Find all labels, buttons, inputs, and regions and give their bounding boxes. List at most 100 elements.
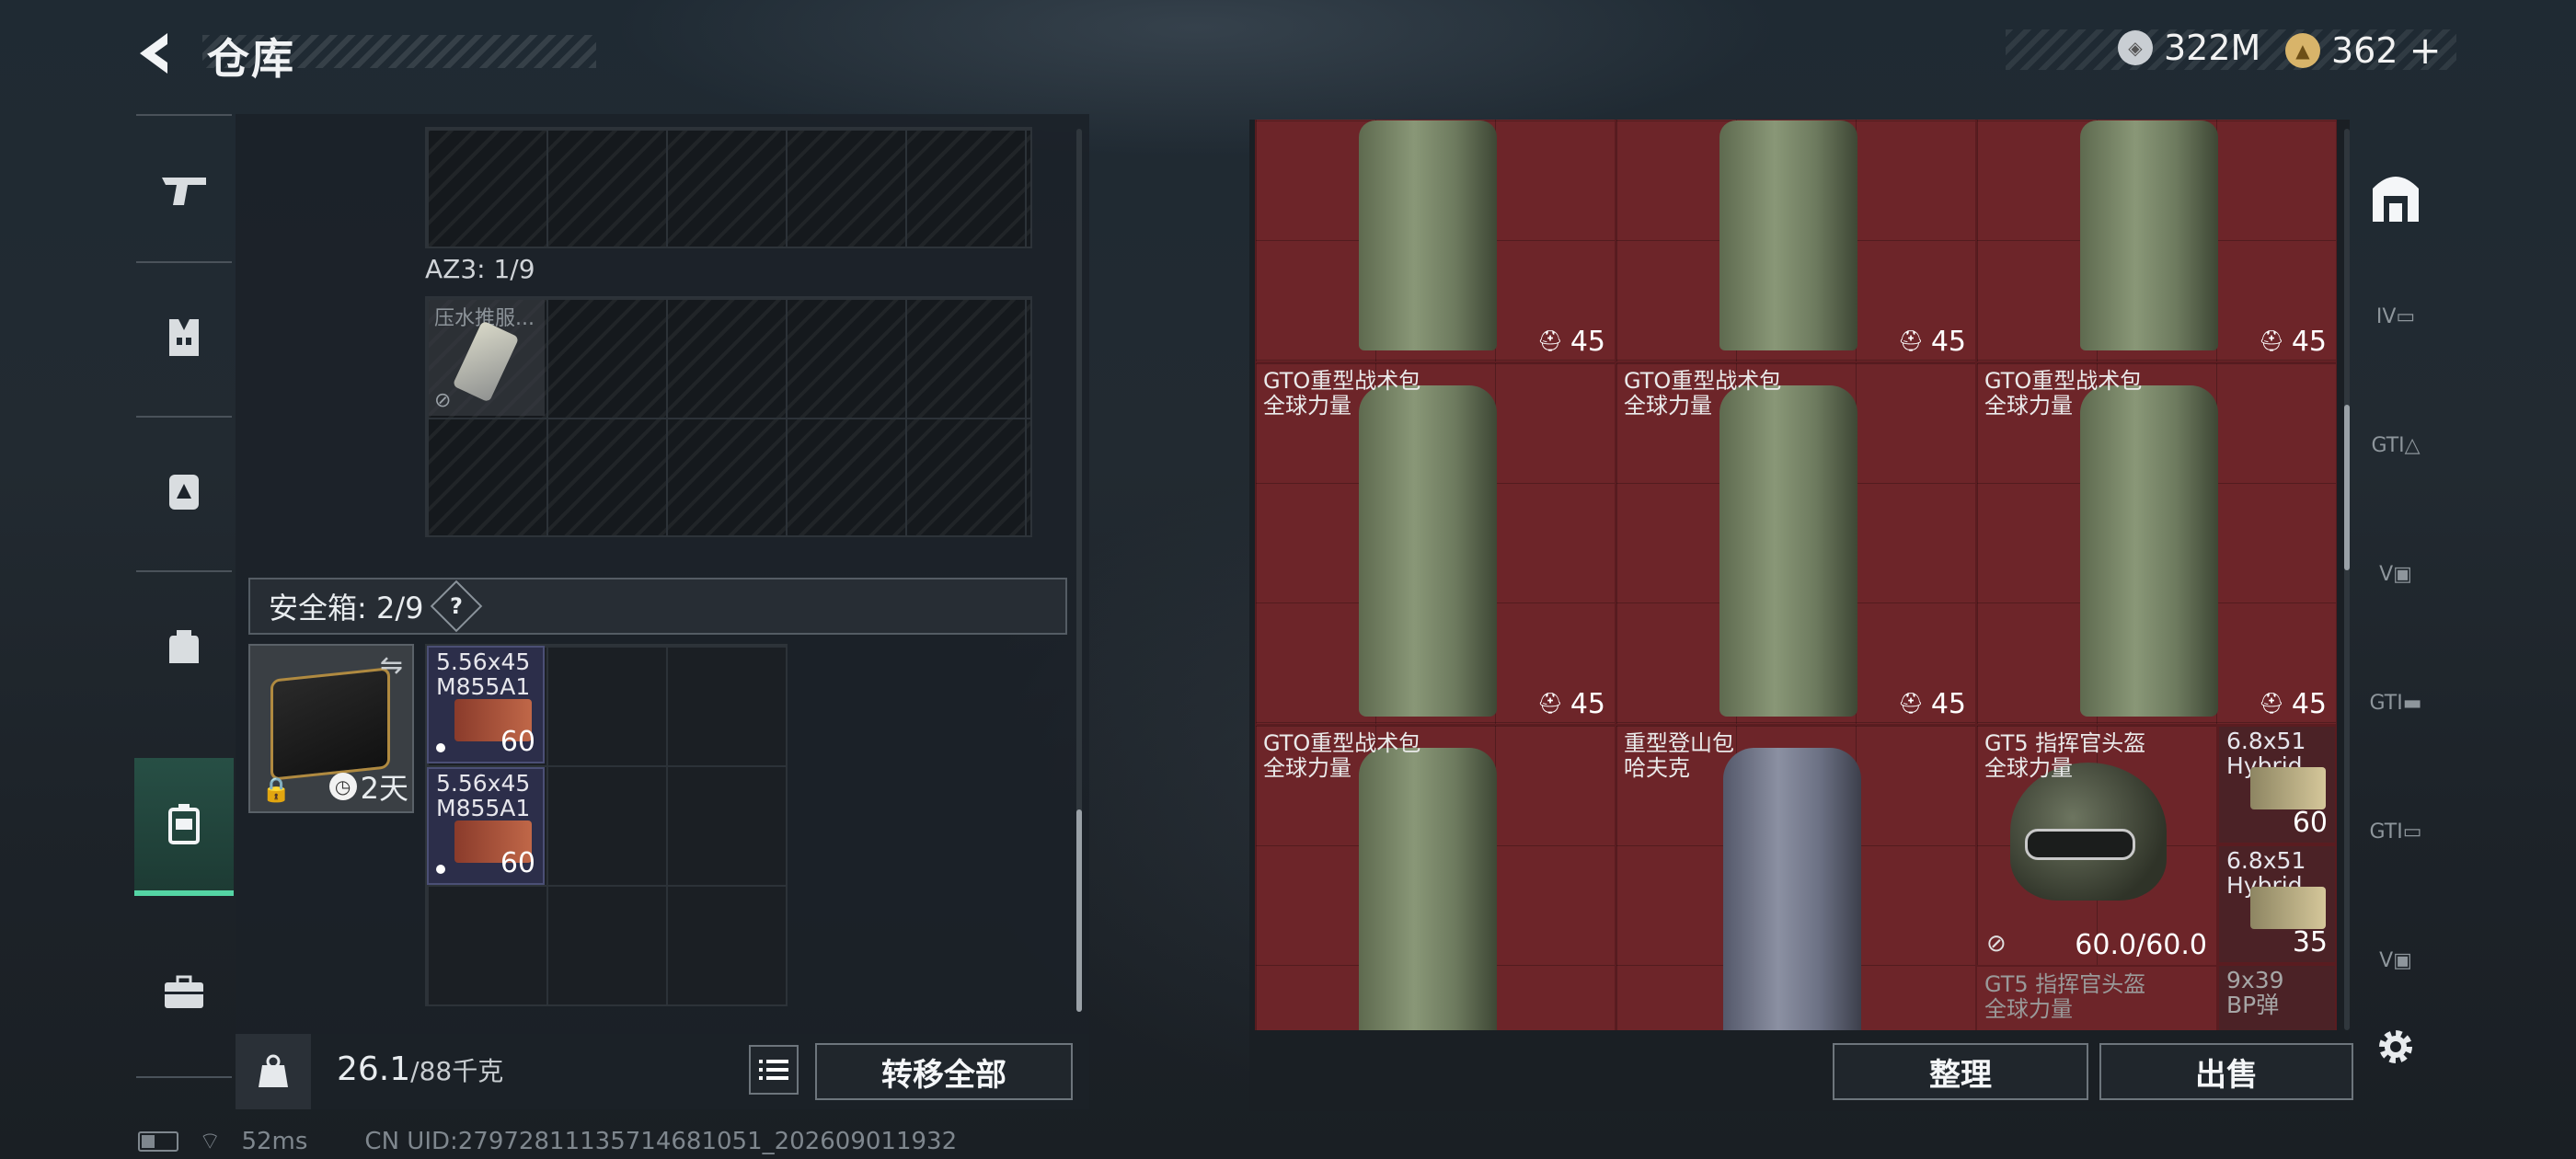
sort-button[interactable]: 整理 bbox=[1833, 1043, 2088, 1100]
ammo-dot-icon bbox=[436, 743, 445, 752]
gold-plus[interactable]: + bbox=[2409, 28, 2442, 73]
item-count: ⛑ 45 bbox=[1537, 688, 1605, 720]
item-name: GTO重型战术包 全球力量 bbox=[1984, 368, 2143, 419]
ammo-item-m855a1[interactable]: 5.56x45 M855A1 60 bbox=[427, 767, 545, 885]
safe-case-image bbox=[270, 667, 390, 781]
backpack-image bbox=[1359, 120, 1497, 350]
ammo-item-6.8x51[interactable]: 6.8x51 Hybrid 35 bbox=[2217, 844, 2337, 964]
inventory-item-gto-backpack[interactable]: GTO重型战术包 全球力量 bbox=[1255, 725, 1616, 1030]
backpack-image bbox=[1359, 748, 1497, 1030]
container-v-icon: V▣ bbox=[2379, 948, 2412, 972]
helmet-durability: 60.0/60.0 bbox=[2075, 929, 2207, 961]
ammo-name: 5.56x45 M855A1 bbox=[436, 770, 531, 821]
ammo-item-6.8x51[interactable]: 6.8x51 Hybrid 60 bbox=[2217, 725, 2337, 844]
left-scrollbar-thumb[interactable] bbox=[1076, 809, 1082, 1012]
ping-value: 52ms bbox=[241, 1127, 308, 1155]
backpack-icon bbox=[169, 630, 199, 663]
inventory-item-hiking-backpack[interactable]: 重型登山包 哈夫克 bbox=[1616, 725, 1976, 1030]
item-count-value: 45 bbox=[1570, 688, 1605, 720]
list-view-button[interactable] bbox=[749, 1045, 799, 1095]
storage-tab-v[interactable]: V▣ bbox=[2352, 510, 2440, 638]
storage-tab-v2[interactable]: V▣ bbox=[2352, 896, 2440, 1025]
item-count: ⛑ 45 bbox=[1898, 326, 1966, 358]
weight-display: 26.1/88千克 bbox=[337, 1050, 503, 1088]
compression-item-icon bbox=[452, 320, 520, 403]
page-title: 仓库 bbox=[207, 34, 295, 84]
wifi-icon: ⌔ bbox=[199, 1128, 222, 1155]
weight-capacity: /88千克 bbox=[410, 1056, 504, 1086]
storage-tab-iv[interactable]: IV▭ bbox=[2352, 252, 2440, 381]
settings-button[interactable] bbox=[2370, 1021, 2421, 1073]
ammo-count: 60 bbox=[500, 726, 535, 758]
inventory-item-gto-backpack[interactable]: ⛑ 45 bbox=[1255, 120, 1616, 362]
helmet-icon: ⛑ bbox=[1897, 330, 1924, 353]
backpack-image bbox=[1719, 120, 1857, 350]
briefcase-icon bbox=[165, 975, 203, 1008]
inventory-item-gto-backpack[interactable]: GTO重型战术包 全球力量 ⛑ 45 bbox=[1616, 362, 1976, 725]
item-count: ⛑ 45 bbox=[2259, 326, 2327, 358]
status-footer: ⌔ 52ms CN UID:27972811135714681051_20260… bbox=[138, 1126, 957, 1156]
storage-tab-gti-a[interactable]: GTI△ bbox=[2352, 381, 2440, 510]
sell-button[interactable]: 出售 bbox=[2099, 1043, 2353, 1100]
safe-box-header: 安全箱: 2/9 ? bbox=[248, 578, 1067, 635]
sidebar-item-backpack[interactable] bbox=[134, 578, 234, 716]
backpack-image bbox=[2080, 120, 2218, 350]
ammo-box-icon bbox=[2250, 767, 2326, 809]
storage-tab-gti-b[interactable]: GTI▬ bbox=[2352, 638, 2440, 767]
helmet-icon: ⛑ bbox=[2258, 693, 2284, 716]
ammo-name: 9x39 BP弹 bbox=[2226, 967, 2284, 1018]
case-timer: ◷ 2天 bbox=[328, 765, 408, 808]
ammo-dot-icon bbox=[436, 865, 445, 874]
inventory-item-gt5-helmet[interactable]: GT5 指挥官头盔 全球力量 bbox=[1976, 966, 2217, 1030]
rig-icon bbox=[169, 475, 199, 510]
case-time-left: 2天 bbox=[360, 771, 408, 806]
ammo-count: 60 bbox=[2292, 807, 2328, 839]
no-insurance-icon: ⊘ bbox=[434, 389, 452, 412]
right-scrollbar-track[interactable] bbox=[2344, 129, 2350, 1030]
gold-coin-icon: ▲ bbox=[2285, 32, 2320, 68]
help-button[interactable]: ? bbox=[431, 580, 483, 633]
backpack-image bbox=[2080, 385, 2218, 717]
no-insurance-icon: ⊘ bbox=[1986, 930, 2007, 958]
sidebar-item-safe-case[interactable] bbox=[134, 758, 234, 896]
inventory-item-gto-backpack[interactable]: ⛑ 45 bbox=[1976, 120, 2337, 362]
right-scrollbar-thumb[interactable] bbox=[2344, 405, 2350, 570]
inventory-item-compression[interactable]: 压水推服... ⊘ bbox=[429, 300, 545, 416]
left-bottom-bar: 26.1/88千克 转移全部 bbox=[236, 1034, 1089, 1109]
gold-amount: 362 bbox=[2331, 29, 2398, 71]
inventory-item-gto-backpack[interactable]: GTO重型战术包 全球力量 ⛑ 45 bbox=[1976, 362, 2337, 725]
storage-tab-gti-c[interactable]: GTI▭ bbox=[2352, 767, 2440, 896]
az3-label: AZ3: 1/9 bbox=[425, 254, 535, 284]
pistol-icon bbox=[162, 178, 206, 205]
inventory-item-gt5-helmet[interactable]: GT5 指挥官头盔 全球力量 ⊘ 60.0/60.0 bbox=[1976, 725, 2217, 966]
ammo-item-9x39[interactable]: 9x39 BP弹 bbox=[2217, 964, 2337, 1030]
helmet-icon: ⛑ bbox=[1536, 330, 1563, 353]
sidebar-item-weapons[interactable] bbox=[134, 121, 234, 259]
swap-icon[interactable]: ⇋ bbox=[380, 649, 403, 682]
weight-icon-box bbox=[236, 1034, 311, 1109]
sidebar-item-chest-rig[interactable] bbox=[134, 423, 234, 561]
ammo-count: 35 bbox=[2292, 926, 2328, 958]
item-count-value: 45 bbox=[2291, 688, 2327, 720]
list-icon bbox=[759, 1060, 788, 1080]
gold-currency[interactable]: ▲ 362 + bbox=[2285, 28, 2442, 73]
sidebar-item-storage[interactable] bbox=[134, 924, 234, 1061]
container-gti-icon: GTI△ bbox=[2371, 433, 2421, 457]
silver-coin-icon: ◈ bbox=[2118, 30, 2153, 65]
silver-currency[interactable]: ◈ 322M bbox=[2118, 28, 2260, 68]
storage-tab-main[interactable] bbox=[2352, 132, 2440, 261]
safe-case-slot[interactable]: ⇋ 🔒 ◷ 2天 bbox=[248, 644, 414, 813]
sidebar-item-armor[interactable] bbox=[134, 269, 234, 407]
help-icon: ? bbox=[450, 592, 464, 619]
item-name: GTO重型战术包 全球力量 bbox=[1263, 368, 1421, 419]
inventory-item-gto-backpack[interactable]: GTO重型战术包 全球力量 ⛑ 45 bbox=[1255, 362, 1616, 725]
transfer-all-button[interactable]: 转移全部 bbox=[815, 1043, 1073, 1100]
ammo-item-m855a1[interactable]: 5.56x45 M855A1 60 bbox=[427, 646, 545, 763]
item-count-value: 45 bbox=[1570, 326, 1605, 358]
item-count-value: 45 bbox=[2291, 326, 2327, 358]
silver-amount: 322M bbox=[2164, 28, 2261, 68]
back-arrow-icon[interactable] bbox=[129, 26, 184, 81]
helmet-icon: ⛑ bbox=[2258, 330, 2284, 353]
az3-container-grid: 压水推服... ⊘ bbox=[425, 296, 1032, 537]
inventory-item-gto-backpack[interactable]: ⛑ 45 bbox=[1616, 120, 1976, 362]
